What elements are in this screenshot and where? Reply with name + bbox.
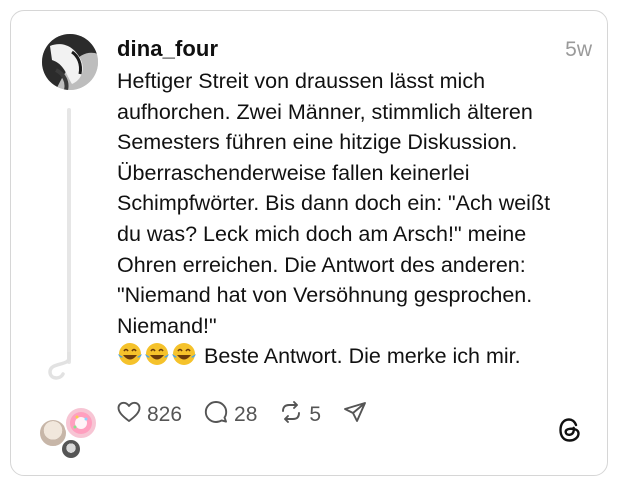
share-button[interactable] — [343, 400, 373, 430]
post-text-line: Heftiger Streit von draussen lässt mich — [117, 69, 486, 93]
post-text-line: Überraschenderweise fallen keinerlei — [117, 160, 470, 185]
post-text-last: Beste Antwort. Die merke ich mir. — [203, 344, 521, 369]
author-avatar[interactable] — [42, 34, 98, 90]
heart-icon — [117, 401, 147, 429]
post-text-line: Semesters führen eine hitzige Diskussion… — [117, 130, 518, 155]
like-button[interactable]: 826 — [117, 401, 182, 429]
thread-loop-icon — [46, 350, 74, 387]
comment-count: 28 — [234, 403, 258, 426]
comment-bubble-icon — [204, 400, 234, 430]
post-text-line: "Niemand hat von Versöhnung gesprochen. — [117, 283, 533, 308]
repost-button[interactable]: 5 — [279, 400, 321, 430]
post-text-line: du was? Leck mich doch am Arsch!" meine — [117, 221, 527, 246]
threads-logo-icon[interactable] — [557, 416, 583, 449]
post-text-line: Ohren erreichen. Die Antwort des anderen… — [117, 252, 526, 277]
reply-avatars[interactable] — [38, 404, 102, 464]
post-text-line: Niemand!" — [117, 313, 217, 338]
reply-avatar — [64, 406, 98, 440]
post-body: Heftiger Streit von draussen lässt mich … — [117, 66, 587, 375]
post-actions: 826 28 5 — [117, 400, 395, 430]
tears-of-joy-emoji-icon — [144, 342, 170, 375]
repost-count: 5 — [309, 403, 322, 426]
thread-line — [67, 108, 71, 364]
like-count: 826 — [147, 403, 183, 426]
tears-of-joy-emoji-icon — [171, 342, 197, 375]
comment-button[interactable]: 28 — [204, 400, 257, 430]
post-timestamp[interactable]: 5w — [565, 38, 592, 62]
tears-of-joy-emoji-icon — [117, 342, 143, 375]
post-text-line: Schimpfwörter. Bis dann doch ein: "Ach w… — [117, 191, 551, 216]
repost-icon — [279, 400, 309, 430]
post-text-line: aufhorchen. Zwei Männer, stimmlich älter… — [117, 99, 533, 124]
author-username[interactable]: dina_four — [117, 36, 218, 62]
reply-avatar — [60, 438, 82, 460]
post-text-line: Beste Antwort. Die merke ich mir. — [117, 341, 587, 375]
send-icon — [343, 400, 373, 430]
